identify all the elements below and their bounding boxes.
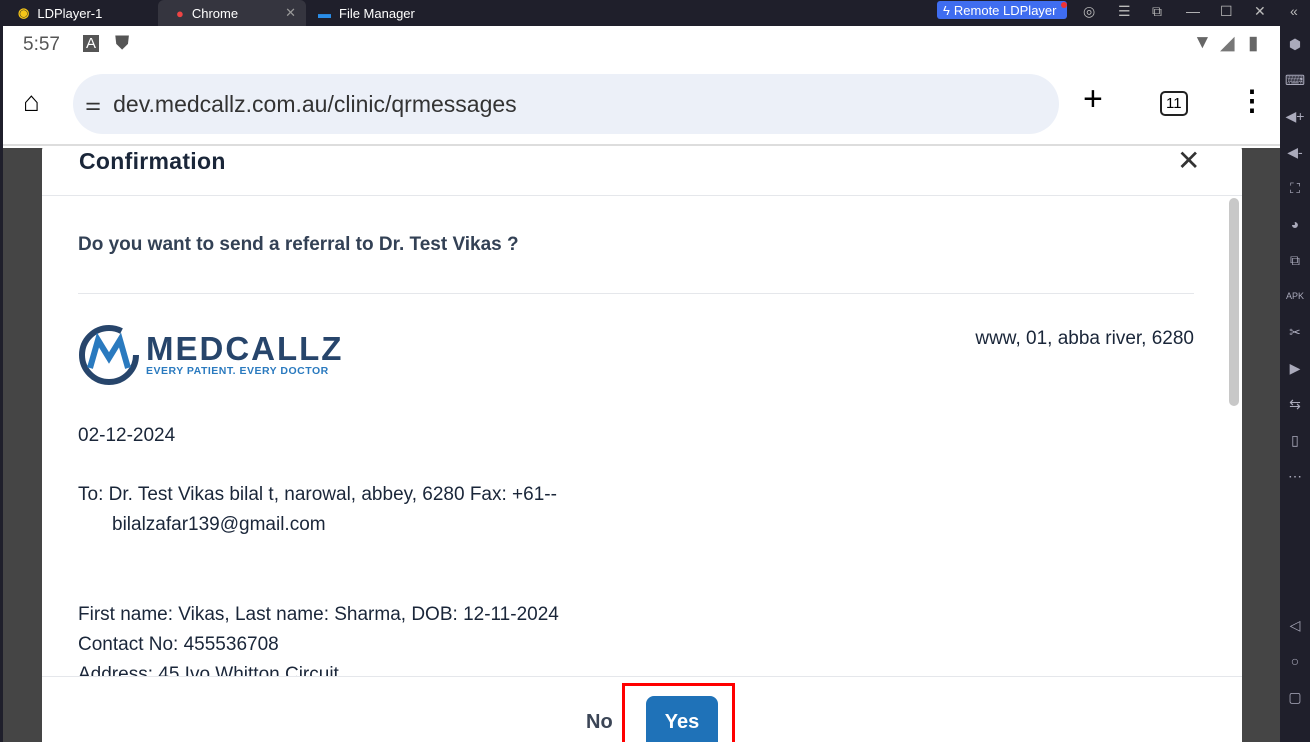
clock: 5:57 [23,34,60,55]
volume-down-icon[interactable]: ◀- [1280,134,1310,170]
minimize-icon[interactable]: — [1186,3,1200,19]
tab-ldplayer[interactable]: ◉ LDPlayer-1 [0,0,158,26]
site-settings-icon[interactable]: ⚌ [85,94,101,115]
close-tab-icon[interactable]: ✕ [285,5,296,21]
highlight-box [622,683,735,742]
shake-icon[interactable]: ▯ [1280,422,1310,458]
status-bar: 5:57 A ⛊ ▼ ◢ ▮ [3,26,1280,64]
confirmation-dialog: Confirmation ✕ Do you want to send a ref… [42,144,1242,742]
scissors-icon[interactable]: ✂ [1280,314,1310,350]
tab-switcher-button[interactable]: 11 [1160,91,1188,116]
recents-icon[interactable]: ▢ [1280,679,1310,715]
maximize-icon[interactable]: ☐ [1220,3,1233,20]
no-button[interactable]: No [586,711,613,734]
dialog-title: Confirmation [79,148,226,174]
patient-details: First name: Vikas, Last name: Sharma, DO… [78,604,559,625]
keyboard-icon[interactable]: ⌨ [1280,62,1310,98]
signal-icon: ◢ [1220,33,1235,54]
notification-dot [1061,2,1067,8]
remote-ldplayer-button[interactable]: ϟ Remote LDPlayer [937,1,1067,19]
menu-icon[interactable]: ☰ [1118,3,1131,20]
account-icon[interactable]: ◎ [1083,3,1095,20]
recipient-email: bilalzafar139@gmail.com [112,514,326,535]
patient-address: Address: 45 Ivo Whitton Circuit [78,664,339,676]
a-icon: A [83,35,100,52]
battery-icon: ▮ [1248,33,1259,54]
multi-instance-icon[interactable]: ⧉ [1280,242,1310,278]
sync-icon[interactable]: ⇆ [1280,386,1310,422]
fullscreen-icon[interactable]: ⛶ [1280,170,1310,206]
close-window-icon[interactable]: ✕ [1254,3,1266,20]
dialog-scrollbar[interactable] [1229,198,1239,406]
back-icon[interactable]: ◁ [1280,607,1310,643]
dialog-body: Do you want to send a referral to Dr. Te… [78,196,1194,676]
referral-date: 02-12-2024 [78,425,176,446]
new-tab-icon[interactable]: + [1083,80,1103,119]
video-record-icon[interactable]: ▶ [1280,350,1310,386]
address-bar[interactable]: ⚌ dev.medcallz.com.au/clinic/qrmessages [73,74,1059,134]
browser-toolbar: ⌂ ⚌ dev.medcallz.com.au/clinic/qrmessages… [3,64,1280,146]
shield-icon: ⛊ [115,33,130,54]
operation-record-icon[interactable]: ◕ [1280,206,1310,242]
logo-mark-icon [79,325,139,385]
medcallz-logo: MEDCALLZ EVERY PATIENT. EVERY DOCTOR [78,324,343,386]
folder-icon: ▬ [318,5,331,21]
clinic-address: www, 01, abba river, 6280 [975,328,1194,349]
recipient: To: Dr. Test Vikas bilal t, narowal, abb… [78,484,557,505]
resize-icon[interactable]: ⧉ [1152,3,1162,20]
more-options-icon[interactable]: ⋮ [1238,84,1266,117]
emulator-sidebar: ⬢ ⌨ ◀+ ◀- ⛶ ◕ ⧉ APK ✂ ▶ ⇆ ▯ ⋯ ◁ ○ ▢ [1280,26,1310,742]
collapse-icon[interactable]: « [1290,3,1298,19]
tab-file-manager[interactable]: ▬ File Manager [300,0,415,26]
emulator-titlebar: ◉ LDPlayer-1 ● Chrome ✕ ▬ File Manager ϟ Remo… [0,0,1310,26]
volume-up-icon[interactable]: ◀+ [1280,98,1310,134]
url-text: dev.medcallz.com.au/clinic/qrmessages [113,90,517,117]
home-nav-icon[interactable]: ○ [1280,643,1310,679]
chrome-icon: ● [176,5,184,21]
ldplayer-icon: ◉ [18,5,30,20]
more-icon[interactable]: ⋯ [1280,458,1310,494]
dialog-header: Confirmation ✕ [42,144,1242,196]
settings-icon[interactable]: ⬢ [1280,26,1310,62]
patient-contact: Contact No: 455536708 [78,634,279,655]
android-screen: 5:57 A ⛊ ▼ ◢ ▮ ⌂ ⚌ dev.medcallz.com.au/cl… [3,26,1280,742]
apk-install-icon[interactable]: APK [1280,278,1310,314]
divider [78,293,1194,294]
lightning-icon: ϟ [943,2,950,18]
tab-chrome[interactable]: ● Chrome ✕ [158,0,306,26]
close-icon[interactable]: ✕ [1177,144,1200,177]
wifi-icon: ▼ [1193,32,1212,53]
dialog-footer: No Yes [42,676,1242,742]
home-icon[interactable]: ⌂ [23,86,40,118]
question-text: Do you want to send a referral to Dr. Te… [78,234,519,255]
